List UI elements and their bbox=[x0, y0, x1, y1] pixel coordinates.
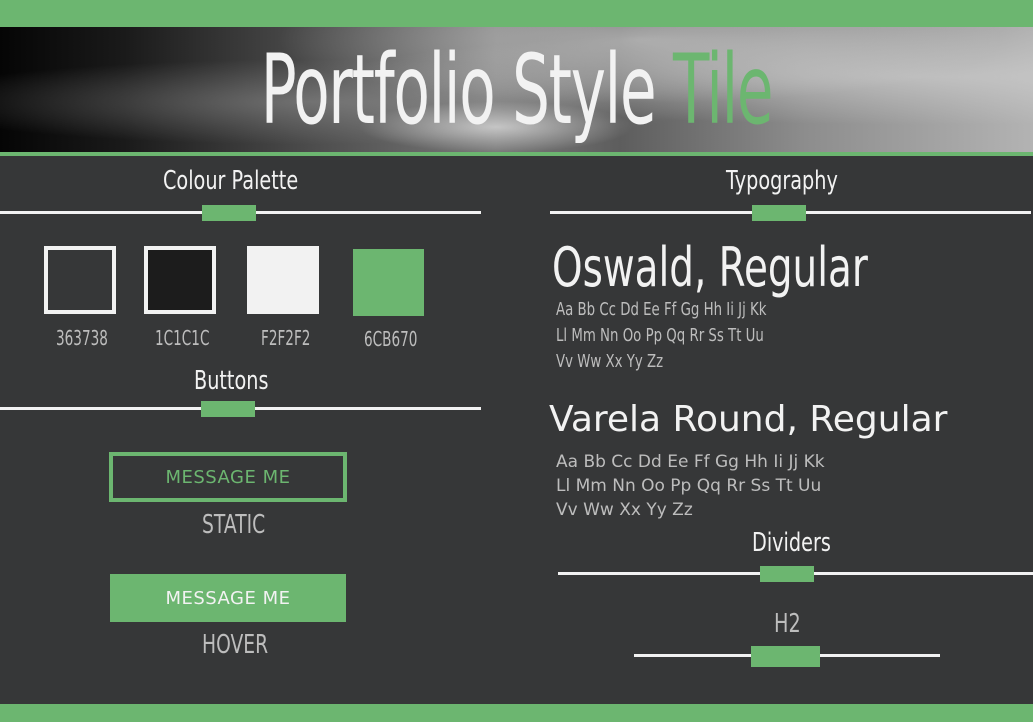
swatch-code-f2f2f2: F2F2F2 bbox=[261, 326, 311, 350]
font-sample-oswald-line-2: Ll Mm Nn Oo Pp Qq Rr Ss Tt Uu bbox=[556, 325, 764, 346]
page-title: Portfolio Style Tile bbox=[196, 34, 836, 146]
top-accent-band bbox=[0, 0, 1033, 27]
font-sample-oswald-line-1: Aa Bb Cc Dd Ee Ff Gg Hh Ii Jj Kk bbox=[556, 299, 767, 320]
buttons-heading: Buttons bbox=[194, 366, 269, 396]
font-sample-oswald-name: Oswald, Regular bbox=[552, 236, 868, 299]
swatch-363738 bbox=[44, 246, 116, 314]
font-sample-oswald-line-3: Vv Ww Xx Yy Zz bbox=[556, 351, 664, 372]
colour-palette-divider-mark bbox=[202, 205, 256, 221]
swatch-6cb670 bbox=[353, 249, 424, 316]
header-underline bbox=[0, 152, 1033, 156]
swatch-1c1c1c bbox=[144, 246, 216, 314]
divider-sample-main-mark bbox=[760, 566, 814, 582]
divider-sample-h2-mark bbox=[751, 646, 820, 667]
message-me-button-static[interactable]: MESSAGE ME bbox=[109, 452, 347, 502]
button-state-hover-label: HOVER bbox=[202, 630, 269, 660]
bottom-accent-band bbox=[0, 704, 1033, 722]
font-sample-varela-line-2: Ll Mm Nn Oo Pp Qq Rr Ss Tt Uu bbox=[556, 476, 822, 496]
font-sample-varela-name: Varela Round, Regular bbox=[549, 399, 948, 440]
typography-divider-mark bbox=[752, 205, 806, 221]
dividers-heading: Dividers bbox=[752, 528, 831, 558]
colour-palette-heading: Colour Palette bbox=[163, 166, 299, 196]
typography-heading: Typography bbox=[726, 166, 838, 196]
message-me-button-hover[interactable]: MESSAGE ME bbox=[110, 574, 346, 622]
swatch-code-6cb670: 6CB670 bbox=[364, 327, 418, 351]
page-title-accent: Tile bbox=[673, 34, 773, 146]
font-sample-varela-line-3: Vv Ww Xx Yy Zz bbox=[556, 500, 693, 520]
swatch-code-1c1c1c: 1C1C1C bbox=[155, 326, 210, 350]
font-sample-varela-line-1: Aa Bb Cc Dd Ee Ff Gg Hh Ii Jj Kk bbox=[556, 452, 825, 472]
divider-h2-label: H2 bbox=[774, 609, 801, 639]
swatch-f2f2f2 bbox=[247, 246, 319, 314]
page-title-main: Portfolio Style bbox=[260, 34, 657, 146]
button-state-static-label: STATIC bbox=[202, 510, 266, 540]
buttons-divider-mark bbox=[201, 401, 255, 417]
swatch-code-363738: 363738 bbox=[56, 326, 108, 350]
